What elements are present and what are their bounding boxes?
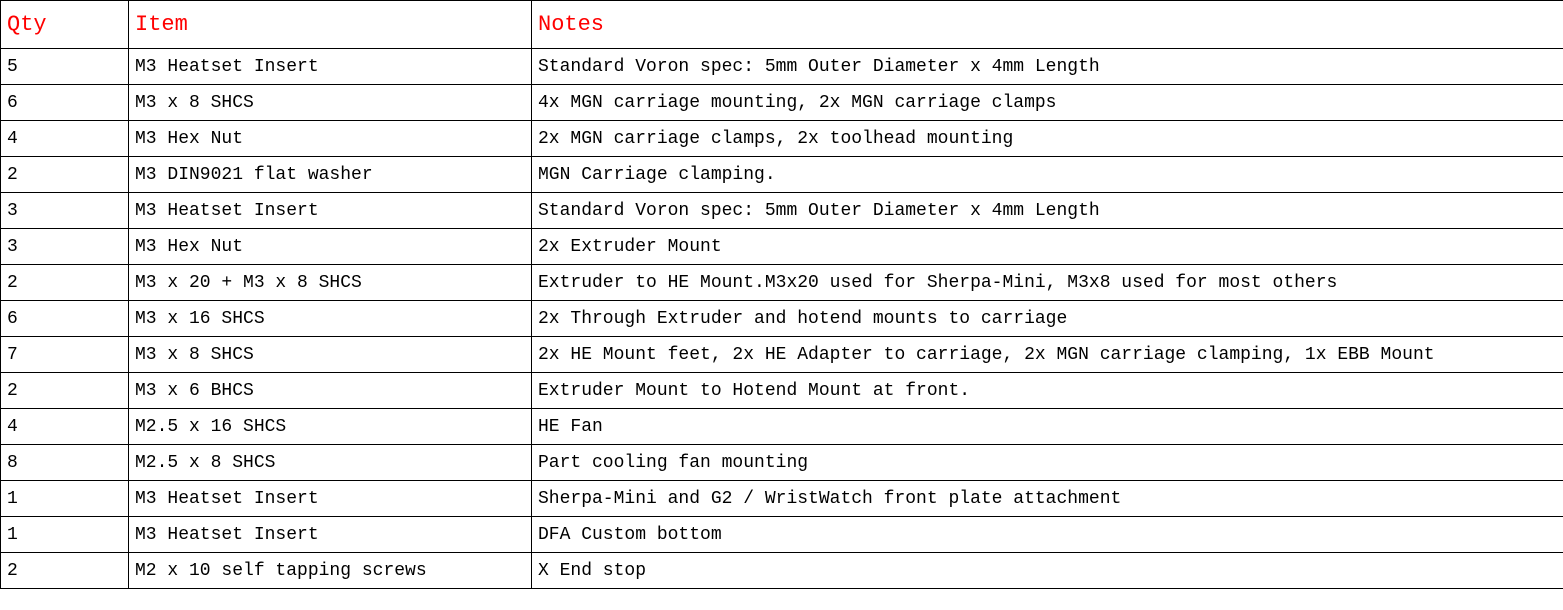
cell-item: M2 x 10 self tapping screws <box>129 553 532 589</box>
table-row: 6 M3 x 16 SHCS 2x Through Extruder and h… <box>1 301 1563 337</box>
table-row: 4 M2.5 x 16 SHCS HE Fan <box>1 409 1563 445</box>
cell-qty: 1 <box>1 517 129 553</box>
table-row: 4 M3 Hex Nut 2x MGN carriage clamps, 2x … <box>1 121 1563 157</box>
cell-item: M3 Heatset Insert <box>129 481 532 517</box>
cell-qty: 4 <box>1 121 129 157</box>
cell-item: M3 x 20 + M3 x 8 SHCS <box>129 265 532 301</box>
cell-qty: 5 <box>1 49 129 85</box>
cell-item: M3 Heatset Insert <box>129 517 532 553</box>
cell-notes: Standard Voron spec: 5mm Outer Diameter … <box>532 193 1563 229</box>
cell-qty: 7 <box>1 337 129 373</box>
cell-notes: 2x HE Mount feet, 2x HE Adapter to carri… <box>532 337 1563 373</box>
cell-qty: 2 <box>1 265 129 301</box>
cell-item: M3 Hex Nut <box>129 121 532 157</box>
cell-notes: DFA Custom bottom <box>532 517 1563 553</box>
cell-item: M3 x 8 SHCS <box>129 337 532 373</box>
cell-qty: 2 <box>1 373 129 409</box>
table-row: 2 M3 DIN9021 flat washer MGN Carriage cl… <box>1 157 1563 193</box>
cell-item: M3 x 8 SHCS <box>129 85 532 121</box>
table-row: 7 M3 x 8 SHCS 2x HE Mount feet, 2x HE Ad… <box>1 337 1563 373</box>
cell-qty: 6 <box>1 85 129 121</box>
table-row: 1 M3 Heatset Insert DFA Custom bottom <box>1 517 1563 553</box>
table-row: 3 M3 Heatset Insert Standard Voron spec:… <box>1 193 1563 229</box>
cell-qty: 8 <box>1 445 129 481</box>
cell-item: M3 Heatset Insert <box>129 49 532 85</box>
header-item: Item <box>129 1 532 49</box>
cell-notes: 2x Extruder Mount <box>532 229 1563 265</box>
header-row: Qty Item Notes <box>1 1 1563 49</box>
table-row: 5 M3 Heatset Insert Standard Voron spec:… <box>1 49 1563 85</box>
table-row: 1 M3 Heatset Insert Sherpa-Mini and G2 /… <box>1 481 1563 517</box>
cell-notes: 2x Through Extruder and hotend mounts to… <box>532 301 1563 337</box>
header-notes: Notes <box>532 1 1563 49</box>
cell-notes: 4x MGN carriage mounting, 2x MGN carriag… <box>532 85 1563 121</box>
cell-qty: 4 <box>1 409 129 445</box>
cell-notes: Standard Voron spec: 5mm Outer Diameter … <box>532 49 1563 85</box>
cell-notes: Extruder Mount to Hotend Mount at front. <box>532 373 1563 409</box>
cell-notes: HE Fan <box>532 409 1563 445</box>
cell-item: M2.5 x 8 SHCS <box>129 445 532 481</box>
cell-qty: 1 <box>1 481 129 517</box>
cell-qty: 6 <box>1 301 129 337</box>
cell-notes: X End stop <box>532 553 1563 589</box>
cell-item: M3 x 16 SHCS <box>129 301 532 337</box>
table-row: 2 M3 x 6 BHCS Extruder Mount to Hotend M… <box>1 373 1563 409</box>
table-row: 3 M3 Hex Nut 2x Extruder Mount <box>1 229 1563 265</box>
cell-item: M3 Hex Nut <box>129 229 532 265</box>
cell-qty: 3 <box>1 229 129 265</box>
table-row: 6 M3 x 8 SHCS 4x MGN carriage mounting, … <box>1 85 1563 121</box>
cell-item: M3 Heatset Insert <box>129 193 532 229</box>
cell-qty: 3 <box>1 193 129 229</box>
cell-notes: MGN Carriage clamping. <box>532 157 1563 193</box>
cell-item: M3 x 6 BHCS <box>129 373 532 409</box>
cell-item: M3 DIN9021 flat washer <box>129 157 532 193</box>
table-row: 2 M2 x 10 self tapping screws X End stop <box>1 553 1563 589</box>
table-body: 5 M3 Heatset Insert Standard Voron spec:… <box>1 49 1563 589</box>
table-row: 8 M2.5 x 8 SHCS Part cooling fan mountin… <box>1 445 1563 481</box>
cell-qty: 2 <box>1 553 129 589</box>
parts-table: Qty Item Notes 5 M3 Heatset Insert Stand… <box>0 0 1563 589</box>
cell-notes: 2x MGN carriage clamps, 2x toolhead moun… <box>532 121 1563 157</box>
cell-notes: Part cooling fan mounting <box>532 445 1563 481</box>
header-qty: Qty <box>1 1 129 49</box>
cell-notes: Extruder to HE Mount.M3x20 used for Sher… <box>532 265 1563 301</box>
cell-item: M2.5 x 16 SHCS <box>129 409 532 445</box>
cell-notes: Sherpa-Mini and G2 / WristWatch front pl… <box>532 481 1563 517</box>
cell-qty: 2 <box>1 157 129 193</box>
table-row: 2 M3 x 20 + M3 x 8 SHCS Extruder to HE M… <box>1 265 1563 301</box>
